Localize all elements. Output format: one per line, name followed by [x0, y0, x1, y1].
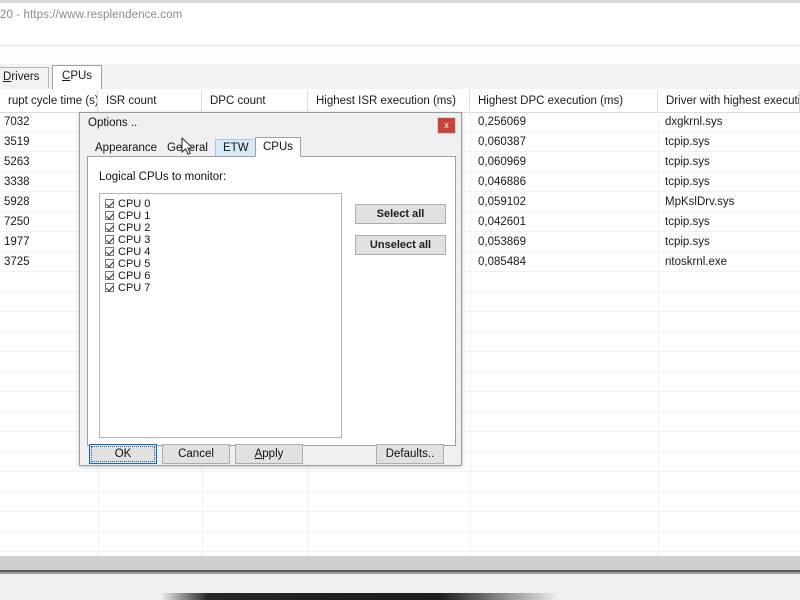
dialog-tab-cpus[interactable]: CPUs [255, 137, 302, 157]
grid-row-divider [0, 531, 800, 532]
cpu-checkbox-list[interactable]: CPU 0 CPU 1 CPU 2 CPU 3 CPU 4 CPU 5 CPU 6 CPU 7 [99, 193, 342, 438]
app-tab-drivers[interactable]: Drivers [0, 67, 50, 88]
cpu-list-item-label: CPU 7 [118, 282, 151, 294]
grid-row-divider [0, 471, 800, 472]
cpu-list-item[interactable]: CPU 4 [100, 246, 341, 258]
options-dialog: Options .. x Appearance General ETW CPUs Lo… [79, 112, 462, 466]
cancel-button[interactable]: Cancel [162, 444, 230, 464]
table-cell-driver[interactable]: MpKslDrv.sys [665, 193, 798, 212]
table-cell-driver[interactable]: tcpip.sys [665, 213, 798, 232]
grid-column-header[interactable]: DPC count [202, 90, 308, 112]
cpu-list-item[interactable]: CPU 0 [100, 198, 341, 210]
table-cell-highest-dpc[interactable]: 0,053869 [478, 233, 654, 252]
cpu-list-item-label: CPU 0 [118, 198, 151, 210]
cpu-list-item-label: CPU 6 [118, 270, 151, 282]
table-cell-highest-dpc[interactable]: 0,042601 [478, 213, 654, 232]
cpu-list-item[interactable]: CPU 7 [100, 282, 341, 294]
grid-column-header[interactable]: Driver with highest execution [658, 90, 800, 112]
cpu-list-item-label: CPU 2 [118, 222, 151, 234]
cpu-list-item-label: CPU 1 [118, 210, 151, 222]
checkbox-icon[interactable] [105, 199, 114, 208]
grid-row-divider [0, 491, 800, 492]
cpu-list-item[interactable]: CPU 2 [100, 222, 341, 234]
table-cell-highest-dpc[interactable]: 0,059102 [478, 193, 654, 212]
table-cell-driver[interactable]: tcpip.sys [665, 173, 798, 192]
dialog-title: Options .. [88, 117, 138, 129]
table-cell-highest-dpc[interactable]: 0,060387 [478, 133, 654, 152]
defaults-button[interactable]: Defaults.. [376, 444, 444, 464]
tab-strip-fill [0, 89, 800, 90]
checkbox-icon[interactable] [105, 235, 114, 244]
window-bottom-bar [0, 556, 800, 570]
app-tab-strip: Drivers CPUs [0, 64, 800, 91]
screen-root: 20 - https://www.resplendence.com Driver… [0, 0, 800, 600]
unselect-all-button[interactable]: Unselect all [355, 235, 446, 255]
browser-url-bar: 20 - https://www.resplendence.com [0, 3, 800, 30]
logical-cpus-label: Logical CPUs to monitor: [99, 171, 227, 183]
table-cell-highest-dpc[interactable]: 0,256069 [478, 113, 654, 132]
grid-row-divider [0, 551, 800, 552]
cpu-list-item[interactable]: CPU 1 [100, 210, 341, 222]
checkbox-icon[interactable] [105, 211, 114, 220]
table-cell-highest-dpc[interactable]: 0,046886 [478, 173, 654, 192]
table-cell-driver[interactable]: dxgkrnl.sys [665, 113, 798, 132]
cpu-list-item[interactable]: CPU 5 [100, 258, 341, 270]
url-text: 20 - https://www.resplendence.com [0, 9, 183, 21]
checkbox-icon[interactable] [105, 247, 114, 256]
dialog-tab-bar: Appearance General ETW CPUs [87, 137, 454, 157]
checkbox-icon[interactable] [105, 223, 114, 232]
dialog-tab-page-cpus: Logical CPUs to monitor: CPU 0 CPU 1 CPU 2… [87, 156, 456, 446]
select-all-button[interactable]: Select all [355, 204, 446, 224]
app-tab-cpus[interactable]: CPUs [52, 65, 103, 90]
cpu-list-item[interactable]: CPU 6 [100, 270, 341, 282]
ok-button-label: OK [114, 448, 132, 460]
table-cell-driver[interactable]: tcpip.sys [665, 133, 798, 152]
dialog-tab-general[interactable]: General [159, 139, 216, 157]
dialog-tab-appearance[interactable]: Appearance [87, 139, 165, 157]
grid-column-divider [470, 112, 471, 556]
grid-column-header[interactable]: Highest DPC execution (ms) [470, 90, 658, 112]
dialog-tab-etw[interactable]: ETW [215, 139, 257, 157]
table-cell-driver[interactable]: tcpip.sys [665, 153, 798, 172]
table-cell-driver[interactable]: ntoskrnl.exe [665, 253, 798, 272]
checkbox-icon[interactable] [105, 283, 114, 292]
cpu-list-item-label: CPU 3 [118, 234, 151, 246]
dialog-title-bar[interactable]: Options .. x [80, 113, 461, 136]
table-cell-highest-dpc[interactable]: 0,060969 [478, 153, 654, 172]
checkbox-icon[interactable] [105, 271, 114, 280]
grid-column-header[interactable]: rupt cycle time (s) [0, 90, 98, 112]
cpu-list-item[interactable]: CPU 3 [100, 234, 341, 246]
ok-button[interactable]: OK [89, 444, 157, 464]
grid-row-divider [0, 511, 800, 512]
table-cell-highest-dpc[interactable]: 0,085484 [478, 253, 654, 272]
bottom-shadow [160, 593, 560, 600]
cpu-list-item-label: CPU 5 [118, 258, 151, 270]
close-icon[interactable]: x [437, 117, 456, 134]
table-cell-driver[interactable]: tcpip.sys [665, 233, 798, 252]
grid-column-header[interactable]: ISR count [98, 90, 202, 112]
apply-button[interactable]: Apply [235, 444, 303, 464]
grid-column-divider [658, 112, 659, 556]
grid-column-header[interactable]: Highest ISR execution (ms) [308, 90, 470, 112]
cpu-list-item-label: CPU 4 [118, 246, 151, 258]
blank-band [0, 46, 800, 64]
grid-header-row: rupt cycle time (s) ISR count DPC count Hig… [0, 90, 800, 113]
checkbox-icon[interactable] [105, 259, 114, 268]
